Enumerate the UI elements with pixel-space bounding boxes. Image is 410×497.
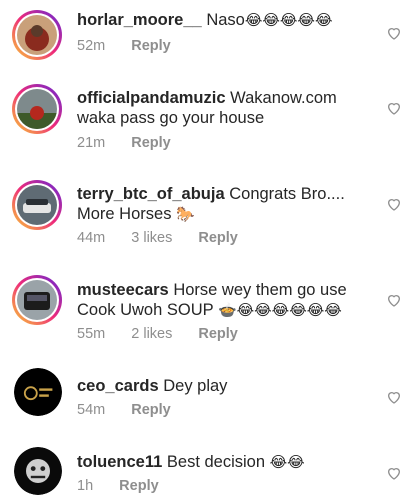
reply-button[interactable]: Reply bbox=[119, 478, 159, 494]
comment-username[interactable]: horlar_moore__ bbox=[77, 11, 202, 29]
comment-likes[interactable]: 2 likes bbox=[131, 326, 172, 342]
comment-time: 21m bbox=[77, 135, 106, 151]
comment-body: officialpandamuzic Wakanow.com waka pass… bbox=[77, 88, 377, 128]
avatar[interactable] bbox=[14, 368, 62, 416]
avatar[interactable] bbox=[14, 447, 62, 495]
comment-body: horlar_moore__ Naso😂😂😂😂😂 bbox=[77, 10, 377, 30]
comment-username[interactable]: terry_btc_of_abuja bbox=[77, 185, 225, 203]
comment-username[interactable]: officialpandamuzic bbox=[77, 89, 226, 107]
comment-emoji: 🍲😂😂😂😂😂😂 bbox=[217, 301, 342, 319]
comment-body: ceo_cards Dey play bbox=[77, 376, 377, 396]
comment-username[interactable]: musteecars bbox=[77, 281, 169, 299]
heart-outline-icon[interactable] bbox=[386, 100, 402, 116]
comment-body: musteecars Horse wey them go use Cook Uw… bbox=[77, 280, 377, 320]
reply-button[interactable]: Reply bbox=[131, 402, 171, 418]
reply-button[interactable]: Reply bbox=[131, 135, 171, 151]
heart-outline-icon[interactable] bbox=[386, 292, 402, 308]
comment-meta: 54m Reply bbox=[77, 402, 193, 418]
comment-meta: 21m Reply bbox=[77, 135, 193, 151]
comment-time: 44m bbox=[77, 230, 106, 246]
comment-text: Naso bbox=[206, 11, 245, 29]
reply-button[interactable]: Reply bbox=[131, 38, 171, 54]
comment-username[interactable]: toluence11 bbox=[77, 453, 162, 471]
reply-button[interactable]: Reply bbox=[198, 326, 238, 342]
avatar[interactable] bbox=[12, 84, 62, 134]
comment-body: terry_btc_of_abuja Congrats Bro.... More… bbox=[77, 184, 377, 224]
comment-meta: 44m 3 likes Reply bbox=[77, 230, 260, 246]
comment-username[interactable]: ceo_cards bbox=[77, 377, 159, 395]
avatar[interactable] bbox=[12, 180, 62, 230]
comment-time: 52m bbox=[77, 38, 106, 54]
comment-text: Best decision bbox=[166, 453, 266, 471]
comment-meta: 1h Reply bbox=[77, 478, 181, 494]
comment-text: Dey play bbox=[163, 377, 228, 395]
reply-button[interactable]: Reply bbox=[198, 230, 238, 246]
comment-meta: 55m 2 likes Reply bbox=[77, 326, 260, 342]
comment-emoji: 😂😂 bbox=[269, 453, 305, 471]
comment-time: 1h bbox=[77, 478, 94, 494]
comment-likes[interactable]: 3 likes bbox=[131, 230, 172, 246]
comment-body: toluence11 Best decision 😂😂 bbox=[77, 452, 377, 472]
comment-emoji: 😂😂😂😂😂 bbox=[244, 11, 333, 29]
heart-outline-icon[interactable] bbox=[386, 25, 402, 41]
comment-time: 55m bbox=[77, 326, 106, 342]
avatar[interactable] bbox=[12, 275, 62, 325]
heart-outline-icon[interactable] bbox=[386, 389, 402, 405]
heart-outline-icon[interactable] bbox=[386, 196, 402, 212]
avatar[interactable] bbox=[12, 10, 62, 60]
comment-time: 54m bbox=[77, 402, 106, 418]
comment-emoji: 🐎 bbox=[176, 205, 195, 223]
comment-meta: 52m Reply bbox=[77, 38, 193, 54]
heart-outline-icon[interactable] bbox=[386, 465, 402, 481]
